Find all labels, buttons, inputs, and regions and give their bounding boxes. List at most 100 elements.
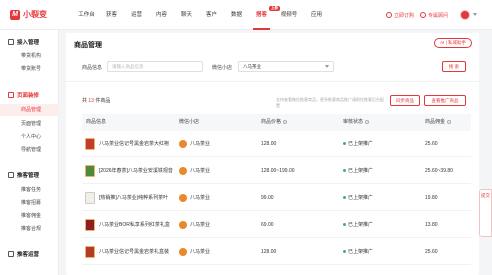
product-name: [热销推]八马茶业|纯粹系列茶叶 xyxy=(99,195,169,201)
product-name: 八马茶业信记号黑金岩茶礼盒装 xyxy=(99,249,170,255)
column-header: 商品信息 xyxy=(86,119,107,125)
status-dot-icon xyxy=(343,142,346,146)
status-label: 已上架推广 xyxy=(348,222,374,228)
divider xyxy=(66,81,479,82)
shop-logo-icon xyxy=(179,248,187,256)
nav-customers[interactable]: 客户 xyxy=(199,0,224,30)
column-header-label: 审核状态 xyxy=(343,119,364,125)
sidebar-item-compliance[interactable]: 推客合规 xyxy=(0,223,59,235)
product-price: 99.00 xyxy=(261,195,274,201)
product-count: 共 13 件商品 xyxy=(82,97,110,104)
link-icon xyxy=(8,39,14,45)
order-link[interactable]: 立即订购 xyxy=(386,0,414,30)
sidebar-group-ops[interactable]: 推客运营 xyxy=(8,250,39,258)
shop-select[interactable]: 八马茶业 xyxy=(238,61,334,72)
sidebar-item-profile[interactable]: 个人中心 xyxy=(0,131,59,143)
nav-content[interactable]: 内容 xyxy=(149,0,174,30)
sidebar-item-recruit[interactable]: 推客招募 xyxy=(0,197,59,209)
column-header-commission: 商品佣金 xyxy=(425,114,452,131)
shop-name: 八马茶业 xyxy=(190,222,211,228)
consultant-link[interactable]: 专属顾问 xyxy=(420,0,448,30)
sidebar-item-tasks[interactable]: 推客任务 xyxy=(0,184,59,196)
shop-select-value: 八马茶业 xyxy=(243,64,261,69)
page-title: 商品管理 xyxy=(74,42,102,49)
nav-channels[interactable]: 视频号 xyxy=(274,0,304,30)
nav-acquire[interactable]: 获客 xyxy=(99,0,124,30)
status-label: 已上架推广 xyxy=(348,141,374,147)
sidebar-item-org[interactable]: 带货机构 xyxy=(0,50,59,62)
shop-name: 八马茶业 xyxy=(190,168,211,174)
sidebar-group-label: 推客管理 xyxy=(17,173,40,179)
product-thumbnail xyxy=(85,219,95,231)
main-panel: 商品管理 AI | 私域助手 商品信息 请输入商品信息 微信小店 八马茶业 搜 … xyxy=(66,33,479,275)
table-row[interactable]: 八马茶业BOR私享系列红茶礼盒 八马茶业 69.00 已上架推广 13.80 xyxy=(82,212,471,238)
column-header-price: 商品价格 xyxy=(261,114,288,131)
ai-assistant-button[interactable]: AI | 私域助手 xyxy=(434,38,472,48)
sidebar-item-accounts[interactable]: 带货账号 xyxy=(0,63,59,75)
shop-name: 八马茶业 xyxy=(190,195,211,201)
table-row[interactable]: [热销推]八马茶业|纯粹系列茶叶 八马茶业 99.00 已上架推广 19.80 xyxy=(82,185,471,211)
sidebar-group-label: 接入管理 xyxy=(17,40,40,46)
nav-tuike[interactable]: 搭客 上新 xyxy=(249,0,280,30)
nav-chat[interactable]: 聊天 xyxy=(174,0,199,30)
info-icon[interactable] xyxy=(283,119,288,124)
app-logo[interactable]: M 小裂变 xyxy=(10,9,47,20)
table-header: 商品信息 微信小店 商品价格 审核状态 商品佣金 xyxy=(82,114,471,131)
sidebar-group-decoration[interactable]: 页面装修 xyxy=(8,91,39,99)
product-search-input[interactable]: 请输入商品信息 xyxy=(107,61,203,72)
shop-filter-label: 微信小店 xyxy=(212,65,233,71)
product-commission: 19.80 xyxy=(425,195,438,201)
sidebar-group-tuike[interactable]: 推客管理 xyxy=(8,171,39,179)
count-suffix: 件商品 xyxy=(95,98,111,104)
search-button[interactable]: 搜 索 xyxy=(442,61,466,72)
table-row[interactable]: 八马茶业信记号黑金岩茶礼盒装 八马茶业 128.00 已上架推广 25.60 xyxy=(82,239,471,265)
chevron-down-icon[interactable] xyxy=(473,13,477,16)
shop-name: 八马茶业 xyxy=(190,249,211,255)
product-commission: 13.80 xyxy=(425,222,438,228)
view-promoted-button[interactable]: 查看推广商品 xyxy=(424,95,466,106)
status-label: 已上架推广 xyxy=(348,195,374,201)
product-name: 八马茶业BOR私享系列红茶礼盒 xyxy=(99,222,170,228)
sidebar-item-commission[interactable]: 推客佣金 xyxy=(0,210,59,222)
table-row[interactable]: 八马茶业信记号黑金岩茶大红袍 八马茶业 128.00 已上架推广 25.60 xyxy=(82,131,471,157)
status-label: 已上架推广 xyxy=(348,168,374,174)
table-row[interactable]: [2026年春茶]八马茶业安溪铁观音 八马茶业 128.00~199.00 已上… xyxy=(82,158,471,184)
sidebar: 接入管理 带货机构 带货账号 页面装修 商品管理 页面管理 个人中心 导航管理 … xyxy=(0,30,59,275)
info-icon[interactable] xyxy=(365,119,370,124)
info-icon[interactable] xyxy=(447,119,452,124)
review-status: 已上架推广 xyxy=(343,158,373,184)
sync-products-button[interactable]: 同步商品 xyxy=(390,95,420,106)
status-dot-icon xyxy=(343,223,346,227)
product-commission: 25.60 xyxy=(425,249,438,255)
nav-apps[interactable]: 应用 xyxy=(304,0,329,30)
sidebar-item-navigation[interactable]: 导航管理 xyxy=(0,144,59,156)
nav-operations[interactable]: 运营 xyxy=(124,0,149,30)
product-name: [2026年春茶]八马茶业安溪铁观音 xyxy=(99,168,173,174)
review-status: 已上架推广 xyxy=(343,185,373,211)
shop-logo-icon xyxy=(179,221,187,229)
cart-icon xyxy=(386,12,392,18)
review-status: 已上架推广 xyxy=(343,239,373,265)
status-dot-icon xyxy=(343,250,346,254)
review-status: 已上架推广 xyxy=(343,212,373,238)
sidebar-item-pages[interactable]: 页面管理 xyxy=(0,118,59,130)
count-value: 13 xyxy=(88,98,94,104)
status-label: 已上架推广 xyxy=(348,249,374,255)
status-dot-icon xyxy=(343,169,346,173)
nav-workbench[interactable]: 工作台 xyxy=(74,0,99,30)
column-header-status: 审核状态 xyxy=(343,114,370,131)
column-header-label: 商品佣金 xyxy=(425,119,446,125)
sidebar-group-access[interactable]: 接入管理 xyxy=(8,38,39,46)
nav-tuike-label: 搭客 xyxy=(255,12,267,18)
sidebar-group-label: 推客运营 xyxy=(17,252,40,258)
review-status: 已上架推广 xyxy=(343,131,373,157)
sidebar-item-products[interactable]: 商品管理 xyxy=(0,104,59,116)
product-price: 69.00 xyxy=(261,222,274,228)
feedback-float-tab[interactable]: 提交 xyxy=(479,189,492,237)
nav-data[interactable]: 数据 xyxy=(224,0,249,30)
product-thumbnail xyxy=(85,138,95,150)
avatar[interactable] xyxy=(460,10,470,20)
sidebar-group-label: 页面装修 xyxy=(17,93,40,99)
shop-logo-icon xyxy=(179,167,187,175)
chevron-down-icon xyxy=(325,65,329,68)
